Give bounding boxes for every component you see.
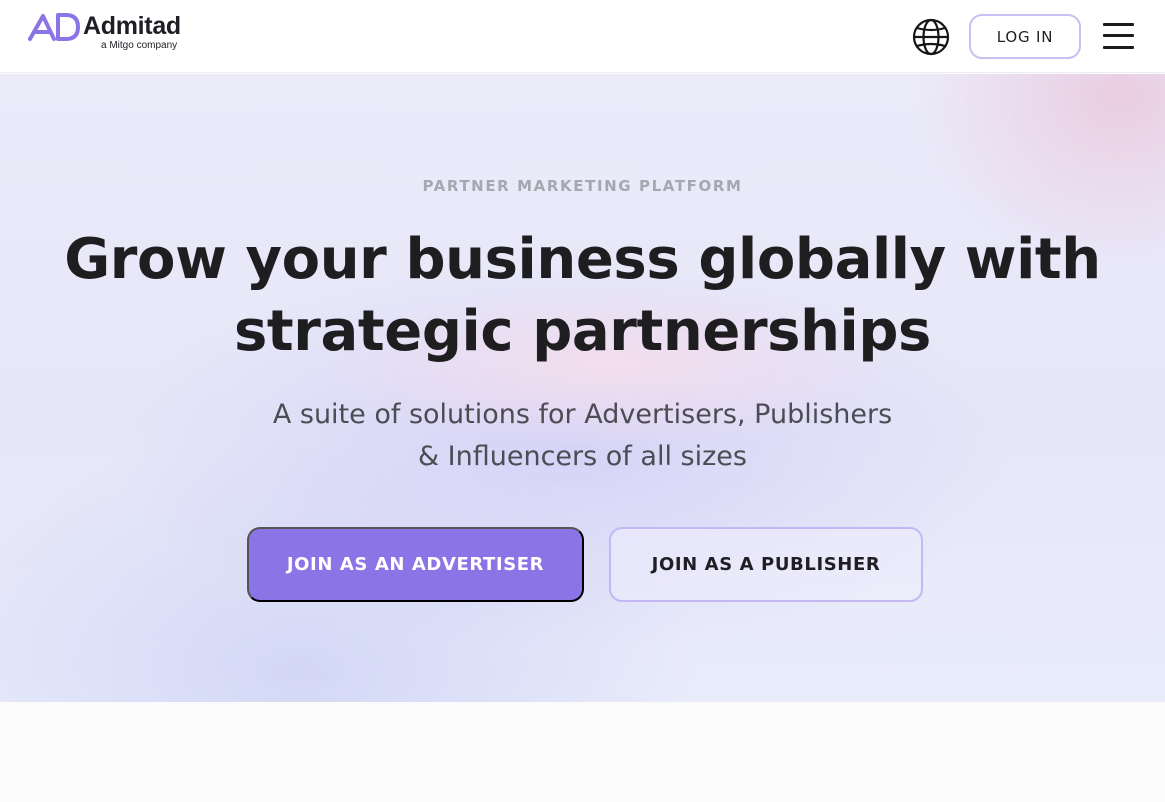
join-advertiser-button[interactable]: JOIN AS AN ADVERTISER: [247, 527, 584, 602]
hero-eyebrow: PARTNER MARKETING PLATFORM: [422, 177, 743, 195]
admitad-logo[interactable]: Admitad a Mitgo company: [28, 12, 203, 54]
headline-line-2: strategic partnerships: [234, 299, 931, 364]
logo-name: Admitad: [83, 12, 181, 40]
logo-subtitle: a Mitgo company: [101, 40, 178, 51]
subhead-line-2: & Influencers of all sizes: [418, 441, 747, 472]
site-header: Admitad a Mitgo company LOG IN: [0, 0, 1165, 73]
hero-section: PARTNER MARKETING PLATFORM Grow your bus…: [0, 74, 1165, 702]
admitad-logo-mark-icon: [28, 13, 80, 41]
subhead-line-1: A suite of solutions for Advertisers, Pu…: [272, 399, 893, 430]
hero-headline: Grow your business globally with strateg…: [0, 224, 1165, 368]
hamburger-menu-icon[interactable]: [1103, 22, 1135, 50]
menu-bar-top: [1103, 23, 1134, 26]
join-publisher-button[interactable]: JOIN AS A PUBLISHER: [609, 527, 923, 602]
language-globe-icon[interactable]: [912, 18, 950, 56]
login-button[interactable]: LOG IN: [969, 14, 1081, 59]
menu-bar-middle: [1103, 34, 1134, 37]
hero-subheadline: A suite of solutions for Advertisers, Pu…: [0, 394, 1165, 478]
headline-line-1: Grow your business globally with: [64, 227, 1101, 292]
menu-bar-bottom: [1103, 46, 1134, 49]
